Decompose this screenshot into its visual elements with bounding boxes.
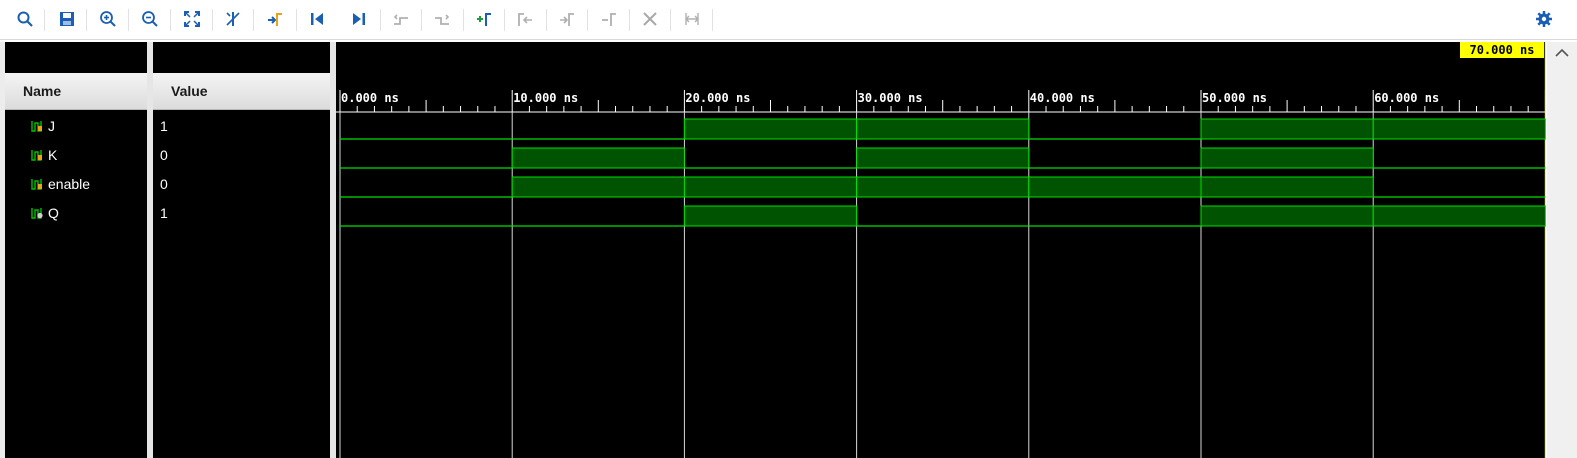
next-marker-icon[interactable] [556,8,578,30]
next-transition-icon[interactable] [431,8,453,30]
cursor-to-zero-icon[interactable] [222,8,244,30]
zoom-in-icon[interactable] [97,8,119,30]
signal-value: 1 [160,118,168,134]
waveform-canvas[interactable]: 0.000 ns 10.000 ns 20.000 ns 30.000 ns 40.00… [336,42,1546,458]
tick-label: 10.000 ns [513,91,578,105]
signal-name: K [48,147,58,163]
signal-icon [31,179,42,190]
vertical-scrollbar[interactable] [1547,42,1577,458]
wave-high-segment [856,147,1030,169]
cursor-time-label[interactable]: 70.000 ns [1460,42,1544,58]
signal-row-enable[interactable]: enable [30,173,90,195]
add-marker-icon[interactable] [473,8,495,30]
wave-high-segment [1200,176,1374,198]
signal-name: J [48,118,55,134]
tick-label: 40.000 ns [1030,91,1095,105]
signal-icon [31,121,42,132]
wave-high-segment [511,176,685,198]
go-to-end-icon[interactable] [348,8,370,30]
tick-label: 30.000 ns [858,91,923,105]
signal-row-j[interactable]: J [30,115,55,137]
tick-label: 50.000 ns [1202,91,1267,105]
go-to-start-icon[interactable] [306,8,328,30]
wave-high-segment [683,176,858,198]
signal-row-k[interactable]: K [30,144,57,166]
wave-high-segment [1200,205,1374,227]
zoom-out-icon[interactable] [139,8,161,30]
tick-label: 0.000 ns [341,91,399,105]
wave-high-segment [1200,147,1374,169]
wave-high-segment [1372,205,1546,227]
wave-high-segment [683,205,858,227]
wave-high-segment [683,118,858,140]
name-column-header[interactable]: Name [5,73,147,110]
wave-high-segment [856,176,1030,198]
wave-high-segment [1372,118,1546,140]
signal-value: 0 [160,176,168,192]
delete-marker-icon[interactable] [639,8,661,30]
signal-value: 1 [160,205,168,221]
signal-value: 0 [160,147,168,163]
wave-high-segment [1200,118,1374,140]
swap-cursors-icon[interactable] [598,8,620,30]
snap-to-transition-icon[interactable] [681,8,703,30]
value-column-header[interactable]: Value [153,73,330,110]
signal-icon [31,150,42,161]
previous-marker-icon[interactable] [514,8,536,30]
signal-icon [31,208,43,219]
go-to-time-icon[interactable] [264,8,286,30]
tick-label: 20.000 ns [685,91,750,105]
settings-icon[interactable] [1533,8,1555,30]
zoom-fit-icon[interactable] [181,8,203,30]
chevron-up-icon[interactable] [1554,46,1570,60]
wave-high-segment [856,118,1030,140]
search-icon[interactable] [14,8,36,30]
previous-transition-icon[interactable] [390,8,412,30]
wave-high-segment [1028,176,1202,198]
save-icon[interactable] [56,8,78,30]
signal-name: Q [48,205,59,221]
toolbar [0,0,1577,40]
tick-label: 60.000 ns [1374,91,1439,105]
waveform-svg[interactable]: 0.000 ns 10.000 ns 20.000 ns 30.000 ns 40.00… [336,42,1546,458]
signal-row-q[interactable]: Q [30,202,59,224]
wave-high-segment [511,147,685,169]
signal-name: enable [48,176,91,192]
